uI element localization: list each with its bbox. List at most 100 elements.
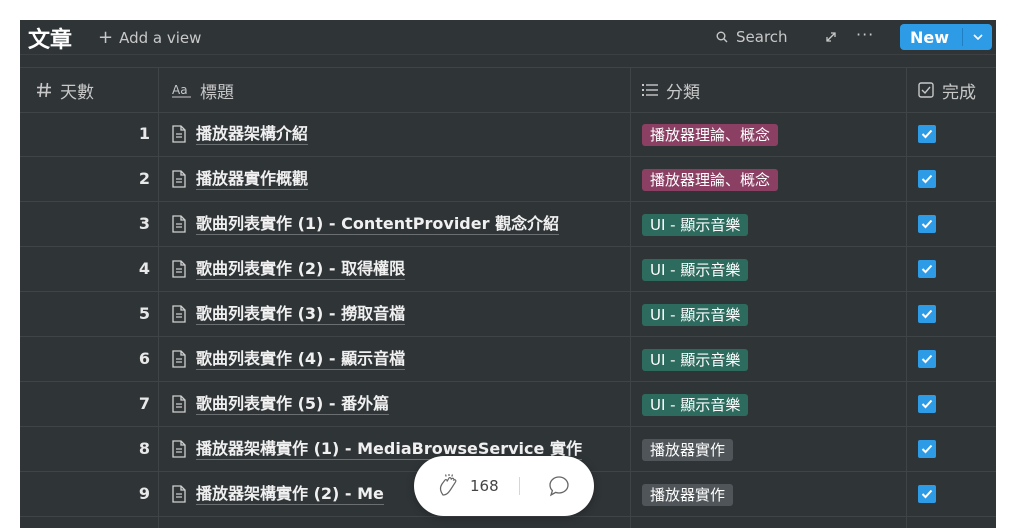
checkmark-icon (921, 174, 933, 184)
row-title-cell[interactable]: 歌曲列表實作 (5) - 番外篇 (172, 382, 390, 426)
table-row[interactable]: 3 歌曲列表實作 (1) - ContentProvider 觀念介紹 UI -… (20, 202, 996, 247)
database-panel: 文章 + Add a view Search ··· New 天數 Aa 標題 … (20, 20, 996, 528)
search-button[interactable]: Search (716, 28, 788, 46)
category-tag[interactable]: UI - 顯示音樂 (642, 259, 749, 281)
row-title[interactable]: 歌曲列表實作 (5) - 番外篇 (196, 394, 390, 415)
done-checkbox[interactable] (918, 440, 936, 458)
checkmark-icon (921, 264, 933, 274)
row-title-cell[interactable]: 歌曲列表實作 (3) - 撈取音檔 (172, 292, 406, 336)
table-row[interactable]: 6 歌曲列表實作 (4) - 顯示音檔 UI - 顯示音樂 (20, 337, 996, 382)
checkmark-icon (921, 309, 933, 319)
new-button-label: New (910, 27, 950, 47)
table-row[interactable]: 5 歌曲列表實作 (3) - 撈取音檔 UI - 顯示音樂 (20, 292, 996, 337)
done-checkbox[interactable] (918, 395, 936, 413)
category-tag[interactable]: UI - 顯示音樂 (642, 214, 749, 236)
svg-text:Aa: Aa (172, 83, 188, 97)
checkmark-icon (921, 399, 933, 409)
day-number: 9 (138, 484, 150, 503)
checkmark-icon (921, 219, 933, 229)
column-label-category: 分類 (666, 82, 700, 103)
day-number: 5 (138, 304, 150, 323)
day-number: 2 (138, 169, 150, 188)
row-title[interactable]: 歌曲列表實作 (1) - ContentProvider 觀念介紹 (196, 214, 560, 235)
day-number: 1 (138, 124, 150, 143)
add-view-label: Add a view (119, 29, 202, 47)
category-tag[interactable]: 播放器實作 (642, 439, 734, 461)
done-checkbox[interactable] (918, 350, 936, 368)
row-title[interactable]: 播放器實作概觀 (196, 169, 309, 190)
checkmark-icon (921, 489, 933, 499)
database-header: 文章 + Add a view Search ··· New (20, 20, 996, 55)
row-title[interactable]: 播放器架構實作 (2) - Me (196, 484, 384, 505)
clap-icon[interactable] (436, 473, 462, 499)
table-row[interactable]: 1 播放器架構介紹 播放器理論、概念 (20, 112, 996, 157)
checkmark-icon (921, 444, 933, 454)
page-icon (172, 440, 186, 458)
column-header-row: 天數 Aa 標題 分類 完成 (20, 67, 996, 113)
table-row[interactable]: 2 播放器實作概觀 播放器理論、概念 (20, 157, 996, 202)
day-number: 6 (138, 349, 150, 368)
reaction-bar: 168 (414, 456, 594, 516)
done-checkbox[interactable] (918, 170, 936, 188)
search-icon (716, 31, 728, 43)
row-title-cell[interactable]: 播放器架構介紹 (172, 112, 309, 156)
row-title[interactable]: 播放器架構介紹 (196, 124, 309, 145)
table-row[interactable]: 7 歌曲列表實作 (5) - 番外篇 UI - 顯示音樂 (20, 382, 996, 427)
plus-icon: + (98, 27, 114, 48)
page-icon (172, 260, 186, 278)
comment-icon[interactable] (548, 475, 570, 497)
page-icon (172, 485, 186, 503)
column-header-done[interactable]: 完成 (918, 68, 976, 112)
column-header-days[interactable]: 天數 (36, 68, 94, 112)
column-header-category[interactable]: 分類 (642, 68, 700, 112)
page-icon (172, 305, 186, 323)
category-tag[interactable]: UI - 顯示音樂 (642, 304, 749, 326)
day-number: 8 (138, 439, 150, 458)
table-row[interactable]: 4 歌曲列表實作 (2) - 取得權限 UI - 顯示音樂 (20, 247, 996, 292)
row-title[interactable]: 歌曲列表實作 (4) - 顯示音檔 (196, 349, 406, 370)
row-title-cell[interactable]: 歌曲列表實作 (4) - 顯示音檔 (172, 337, 406, 381)
column-label-done: 完成 (942, 82, 976, 103)
page-icon (172, 350, 186, 368)
text-type-icon: Aa (172, 83, 191, 98)
column-label-title: 標題 (200, 82, 234, 103)
row-title-cell[interactable]: 播放器實作概觀 (172, 157, 309, 201)
expand-icon[interactable] (824, 30, 838, 44)
add-view-button[interactable]: + Add a view (98, 28, 201, 48)
row-title-cell[interactable]: 播放器架構實作 (2) - Me (172, 472, 384, 516)
done-checkbox[interactable] (918, 215, 936, 233)
hash-icon (37, 82, 51, 98)
database-title[interactable]: 文章 (28, 22, 72, 54)
day-number: 3 (138, 214, 150, 233)
clap-count: 168 (470, 477, 499, 495)
column-header-title[interactable]: Aa 標題 (172, 68, 234, 112)
page-icon (172, 395, 186, 413)
category-tag[interactable]: 播放器理論、概念 (642, 124, 779, 146)
checkmark-icon (921, 354, 933, 364)
column-label-days: 天數 (60, 82, 94, 103)
chevron-down-icon[interactable] (963, 33, 992, 41)
done-checkbox[interactable] (918, 485, 936, 503)
row-title-cell[interactable]: 歌曲列表實作 (2) - 取得權限 (172, 247, 406, 291)
more-options-icon[interactable]: ··· (856, 25, 874, 44)
category-tag[interactable]: UI - 顯示音樂 (642, 349, 749, 371)
day-number: 4 (138, 259, 150, 278)
done-checkbox[interactable] (918, 260, 936, 278)
page-icon (172, 215, 186, 233)
page-icon (172, 125, 186, 143)
row-title[interactable]: 歌曲列表實作 (2) - 取得權限 (196, 259, 406, 280)
done-checkbox[interactable] (918, 125, 936, 143)
checkbox-icon (918, 82, 934, 98)
page-icon (172, 170, 186, 188)
category-tag[interactable]: 播放器實作 (642, 484, 734, 506)
category-tag[interactable]: UI - 顯示音樂 (642, 394, 749, 416)
row-title[interactable]: 歌曲列表實作 (3) - 撈取音檔 (196, 304, 406, 325)
reaction-divider (518, 477, 520, 495)
done-checkbox[interactable] (918, 305, 936, 323)
search-label: Search (736, 28, 788, 46)
category-tag[interactable]: 播放器理論、概念 (642, 169, 779, 191)
list-icon (642, 84, 658, 96)
row-title-cell[interactable]: 歌曲列表實作 (1) - ContentProvider 觀念介紹 (172, 202, 560, 246)
day-number: 7 (138, 394, 150, 413)
new-button[interactable]: New (900, 24, 992, 50)
